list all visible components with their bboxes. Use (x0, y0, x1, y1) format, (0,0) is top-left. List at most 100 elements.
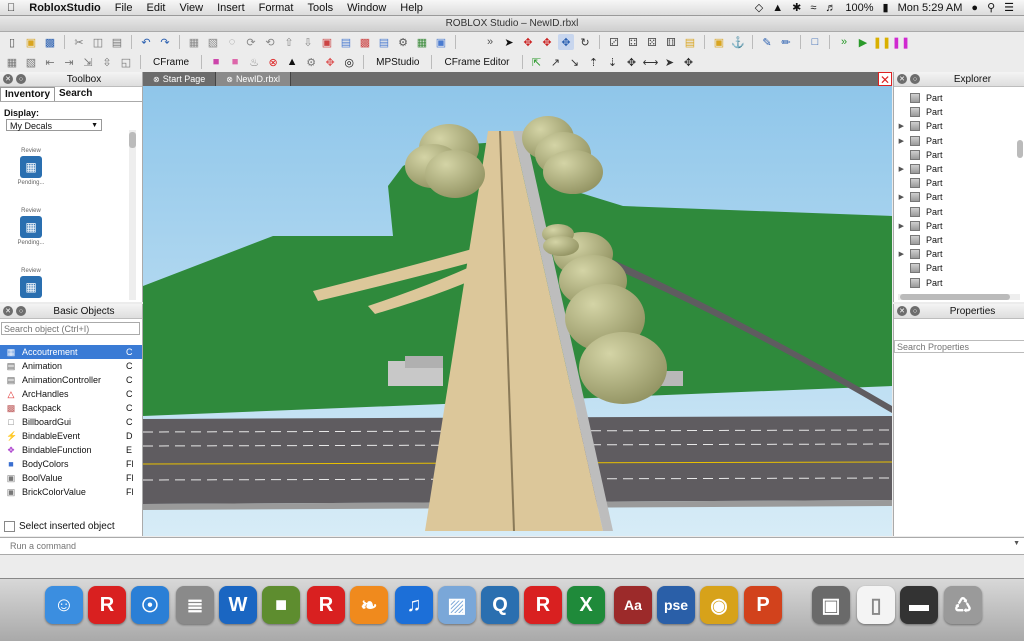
undock-icon[interactable]: ○ (910, 74, 920, 84)
undock-icon[interactable]: ○ (16, 306, 26, 316)
tab-start-page[interactable]: ⊗ Start Page (143, 72, 217, 86)
excel-icon[interactable]: X (567, 586, 605, 624)
tree-item-part[interactable]: Part (894, 261, 1016, 275)
tree-item-part[interactable]: Part (894, 91, 1016, 105)
volume-icon[interactable]: ♬ (825, 2, 836, 14)
expand-icon[interactable]: ▶ (894, 222, 910, 230)
tree-item-part[interactable]: ▶ Part (894, 247, 1016, 261)
safari-icon[interactable]: ☉ (131, 586, 169, 624)
cube-pink-icon[interactable]: ■ (227, 54, 243, 70)
display-select[interactable]: My Decals ▼ (6, 119, 102, 131)
select-inserted-option[interactable]: Select inserted object (4, 521, 115, 532)
ungroup-icon[interactable]: ▧ (205, 34, 221, 50)
tree-item-part[interactable]: Part (894, 205, 1016, 219)
plugin5-icon[interactable]: ⇣ (605, 54, 621, 70)
tree-item-part[interactable]: ▶ Part (894, 219, 1016, 233)
plugin9-icon[interactable]: ✥ (681, 54, 697, 70)
pse-thumb-icon[interactable]: ▬ (900, 586, 938, 624)
tree-item-part[interactable]: Part (894, 275, 1016, 289)
clipboard-icon[interactable]: ▤ (682, 34, 698, 50)
app-menu[interactable]: RobloxStudio (22, 2, 108, 14)
powerpoint-icon[interactable]: P (744, 586, 782, 624)
new-icon[interactable]: ▯ (4, 34, 20, 50)
list-item[interactable]: ▤ Animation C (0, 359, 142, 373)
grid-icon[interactable]: ▣ (433, 34, 449, 50)
cube-icon[interactable]: ■ (208, 54, 224, 70)
copy-icon[interactable]: ◫ (90, 34, 106, 50)
close-icon[interactable]: ⊗ (153, 75, 160, 84)
snap-icon[interactable]: ⇲ (80, 54, 96, 70)
list-item[interactable]: ▩ Backpack C (0, 401, 142, 415)
network-icon[interactable]: ♨ (246, 54, 262, 70)
stop-icon[interactable]: ❚❚ (892, 34, 910, 50)
anchor-icon[interactable]: ⚓ (730, 34, 746, 50)
spotlight-icon[interactable]: ⚲ (987, 1, 995, 14)
cframe-button[interactable]: CFrame (147, 57, 195, 68)
terrain-icon[interactable]: ▦ (414, 34, 430, 50)
pause-icon[interactable]: ❚❚ (873, 34, 891, 50)
tab-newid[interactable]: ⊗ NewID.rbxl (216, 72, 291, 86)
settings-icon[interactable]: ⚙ (303, 54, 319, 70)
menu-file[interactable]: File (108, 2, 140, 14)
apple-menu-icon[interactable]:  (0, 2, 22, 14)
menu-tools[interactable]: Tools (300, 2, 340, 14)
menu-window[interactable]: Window (340, 2, 393, 14)
3d-viewport[interactable] (143, 86, 892, 536)
expand-icon[interactable]: ▶ (894, 193, 910, 201)
plugin7-icon[interactable]: ⟷ (643, 54, 659, 70)
cancel-icon[interactable]: ⊗ (265, 54, 281, 70)
group-icon[interactable]: ▦ (186, 34, 202, 50)
rotate-icon[interactable]: ⟳ (243, 34, 259, 50)
plugin6-icon[interactable]: ✥ (624, 54, 640, 70)
translate-tool-icon[interactable]: ✥ (558, 34, 574, 50)
tab-inventory[interactable]: Inventory (0, 87, 56, 101)
plugin1-icon[interactable]: ⇱ (529, 54, 545, 70)
align-left-icon[interactable]: ⇤ (42, 54, 58, 70)
trash-icon[interactable]: ♺ (944, 586, 982, 624)
user-icon[interactable]: ● (971, 2, 978, 14)
tree-item-part[interactable]: ▶ Part (894, 134, 1016, 148)
tree-item-part[interactable]: ▶ Part (894, 119, 1016, 133)
insert-model-icon[interactable]: ▣ (319, 34, 335, 50)
more-icon[interactable]: » (482, 34, 498, 50)
redo-icon[interactable]: ↷ (157, 34, 173, 50)
undo-icon[interactable]: ↶ (138, 34, 154, 50)
expand-icon[interactable]: ▶ (894, 122, 910, 130)
battery-status[interactable]: 100% (845, 2, 873, 14)
select-tool-icon[interactable]: ➤ (501, 34, 517, 50)
list-item[interactable]: □ BillboardGui C (0, 415, 142, 429)
close-icon[interactable]: ✕ (897, 306, 907, 316)
align-right-icon[interactable]: ⇥ (61, 54, 77, 70)
list-item[interactable]: ■ BodyColors Fl (0, 457, 142, 471)
itunes-icon[interactable]: ♫ (395, 586, 433, 624)
word-icon[interactable]: W (219, 586, 257, 624)
minecraft-icon[interactable]: ■ (262, 586, 300, 624)
notification-icon[interactable]: ▲ (772, 2, 783, 14)
mpstudio-button[interactable]: MPStudio (370, 57, 425, 68)
list-item[interactable]: ⚡ BindableEvent D (0, 429, 142, 443)
tools-icon[interactable]: ⚙ (395, 34, 411, 50)
list-item[interactable]: ▣ BoolValue Fl (0, 471, 142, 485)
roblox-studio-icon[interactable]: R (307, 586, 345, 624)
list-item[interactable]: ❖ BindableFunction E (0, 443, 142, 457)
move-down-icon[interactable]: ⇩ (300, 34, 316, 50)
clock[interactable]: Mon 5:29 AM (898, 2, 963, 14)
list-item[interactable]: ▤ AnimationController C (0, 373, 142, 387)
menu-edit[interactable]: Edit (139, 2, 172, 14)
tree-item-part[interactable]: Part (894, 176, 1016, 190)
object-search-input[interactable] (1, 322, 140, 335)
document-icon[interactable]: ▯ (857, 586, 895, 624)
undock-icon[interactable]: ○ (16, 74, 26, 84)
toolbox-scrollbar[interactable] (129, 130, 136, 300)
undock-icon[interactable]: ○ (910, 306, 920, 316)
run-icon[interactable]: ▶ (855, 34, 871, 50)
decal-item[interactable]: Review ▦ Pending... (16, 208, 46, 246)
target-icon[interactable]: ◎ (341, 54, 357, 70)
insert-gui-icon[interactable]: ▤ (338, 34, 354, 50)
paste-icon[interactable]: ▤ (109, 34, 125, 50)
chrome-icon[interactable]: ◉ (700, 586, 738, 624)
finder-icon[interactable]: ☺ (45, 586, 83, 624)
layout-icon[interactable]: ▦ (4, 54, 20, 70)
tab-search[interactable]: Search (55, 87, 96, 101)
tree-item-part[interactable]: Part (894, 105, 1016, 119)
